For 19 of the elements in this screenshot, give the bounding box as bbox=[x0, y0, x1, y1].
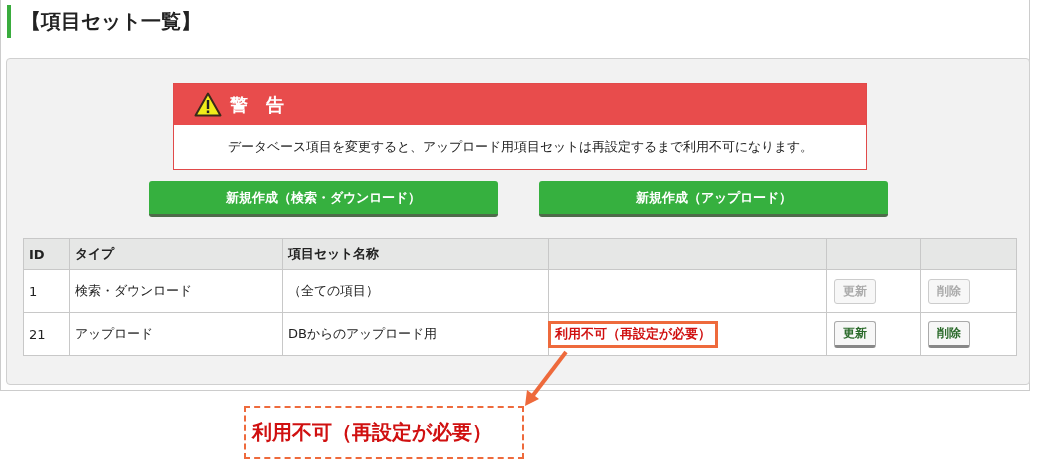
callout-text: 利用不可（再設定が必要） bbox=[252, 419, 492, 446]
table-cell: 1 bbox=[23, 269, 70, 313]
table-cell: DBからのアップロード用 bbox=[282, 312, 549, 356]
warning-title: 警 告 bbox=[230, 92, 284, 117]
delete-button[interactable]: 削除 bbox=[928, 320, 970, 348]
create-button[interactable]: 新規作成（アップロード） bbox=[539, 181, 888, 217]
warning-icon bbox=[194, 92, 222, 117]
table-cell: 21 bbox=[23, 312, 70, 356]
column-header: 項目セット名称 bbox=[282, 238, 549, 270]
column-header: ID bbox=[23, 238, 70, 270]
table-cell: 検索・ダウンロード bbox=[69, 269, 283, 313]
page-title: 【項目セット一覧】 bbox=[7, 5, 1029, 38]
warning-message: データベース項目を変更すると、アップロード用項目セットは再設定するまで利用不可になります。 bbox=[227, 138, 813, 156]
update-button[interactable]: 更新 bbox=[834, 320, 876, 348]
status-text: 利用不可（再設定が必要） bbox=[554, 324, 712, 343]
table-cell: アップロード bbox=[69, 312, 283, 356]
column-header: タイプ bbox=[69, 238, 283, 270]
create-button[interactable]: 新規作成（検索・ダウンロード） bbox=[149, 181, 498, 217]
table-cell: （全ての項目） bbox=[282, 269, 549, 313]
